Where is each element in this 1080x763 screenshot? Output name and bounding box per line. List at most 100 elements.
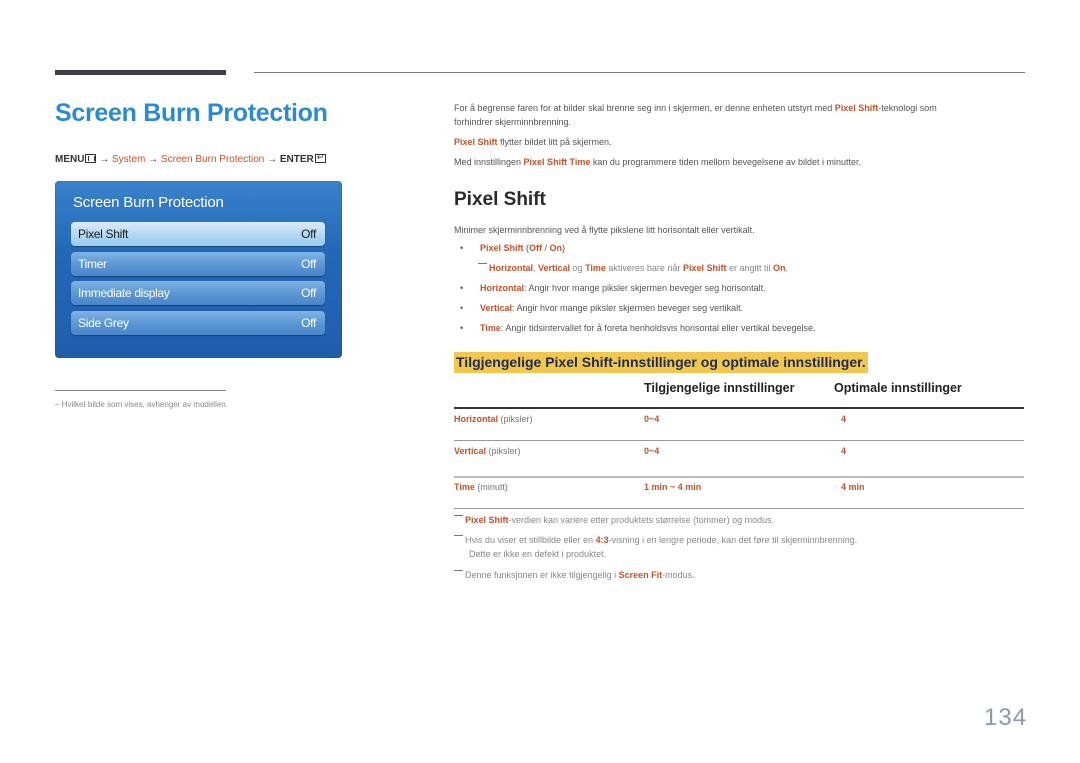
option-on: On (549, 243, 563, 253)
table-header-optimal: Optimale innstillinger (834, 381, 962, 395)
term-pixel-shift: Pixel Shift (454, 137, 498, 147)
term: Vertical (480, 303, 513, 313)
osd-item-label: Pixel Shift (78, 227, 129, 241)
term: Horizontal (480, 283, 524, 293)
text: flytter bildet litt på skjermen. (497, 137, 612, 147)
note-dash-icon (478, 263, 487, 264)
row-term: Time (454, 482, 475, 492)
term: Vertical (538, 263, 571, 273)
osd-menu-screenshot: Screen Burn Protection Pixel Shift Off T… (55, 181, 342, 358)
term: Horizontal (489, 263, 533, 273)
menu-path-item: Screen Burn Protection (160, 154, 265, 165)
term: Screen Fit (618, 570, 663, 580)
page-number: 134 (984, 704, 1028, 731)
enter-icon (314, 152, 326, 163)
osd-item-side-grey[interactable]: Side Grey Off (71, 311, 325, 335)
row-unit: (piksler) (486, 446, 521, 456)
row-available: 0~4 (644, 414, 660, 424)
table-rule-top (454, 407, 1024, 409)
osd-item-pixel-shift[interactable]: Pixel Shift Off (71, 222, 325, 246)
note-dash-icon (454, 570, 463, 571)
row-unit: (piksler) (498, 414, 533, 424)
bullet-vertical: Vertical: Angir hvor mange piksler skjer… (480, 303, 743, 313)
text: kan du programmere tiden mellom bevegels… (590, 157, 862, 167)
footnote-rule (55, 390, 226, 391)
intro-paragraph-2: Pixel Shift flytter bildet litt på skjer… (454, 135, 612, 149)
table-caption: Tilgjengelige Pixel Shift-innstillinger … (454, 352, 868, 373)
option-note: Horizontal, Vertical og Time aktiveres b… (478, 263, 788, 273)
table-rule (454, 440, 1024, 441)
text: : Angir hvor mange piksler skjermen beve… (512, 303, 744, 313)
text: -verdien kan variere etter produktets st… (508, 515, 775, 525)
row-optimal: 4 (841, 414, 847, 424)
table-rule-bottom (454, 508, 1024, 509)
note-dash-icon (454, 535, 463, 536)
text: Hvis du viser et stillbilde eller en (465, 535, 596, 545)
menu-icon (85, 154, 97, 163)
osd-item-value: Off (301, 227, 316, 241)
footnote-text: Hvilket bilde som vises, avhenger av mod… (61, 400, 228, 409)
text: -teknologi som (878, 103, 937, 113)
term-pixel-shift-time: Pixel Shift Time (523, 157, 591, 167)
bullet-icon: • (460, 323, 464, 333)
osd-item-immediate-display[interactable]: Immediate display Off (71, 281, 325, 305)
note-1: Pixel Shift-verdien kan variere etter pr… (454, 513, 774, 527)
table-header-available: Tilgjengelige innstillinger (644, 381, 795, 395)
menu-path: MENU → System → Screen Burn Protection →… (55, 152, 326, 165)
row-term: Horizontal (454, 414, 498, 424)
text: For å begrense faren for at bilder skal … (454, 103, 835, 113)
menu-key-label: MENU (55, 154, 85, 165)
term: Pixel Shift (465, 515, 509, 525)
table-rule (454, 476, 1024, 478)
intro-paragraph-1: For å begrense faren for at bilder skal … (454, 101, 937, 129)
bullet-icon: • (460, 283, 464, 293)
text: Dette er ikke en defekt i produktet. (469, 549, 607, 559)
note-dash-icon (454, 515, 463, 516)
bullet-icon: • (460, 243, 464, 253)
note-3: Denne funksjonen er ikke tilgjengelig i … (454, 568, 695, 582)
text: / (542, 243, 550, 253)
text: : Angir tidsintervallet for å foreta hen… (500, 323, 816, 333)
arrow: → (99, 154, 110, 165)
osd-title: Screen Burn Protection (73, 194, 224, 211)
row-term: Vertical (454, 446, 487, 456)
arrow: → (267, 154, 278, 165)
footnote: – Hvilket bilde som vises, avhenger av m… (55, 400, 228, 409)
text: og (570, 263, 586, 273)
text: . (785, 263, 789, 273)
bullet-icon: • (460, 303, 464, 313)
term: 4:3 (595, 535, 609, 545)
osd-item-timer[interactable]: Timer Off (71, 252, 325, 276)
text: er angitt til (726, 263, 773, 273)
osd-item-value: Off (301, 286, 316, 300)
term: Time (480, 323, 501, 333)
section-description: Minimer skjerminnbrenning ved å flytte p… (454, 225, 755, 235)
intro-paragraph-3: Med innstillingen Pixel Shift Time kan d… (454, 155, 861, 169)
term: Pixel Shift (682, 263, 727, 273)
text: Denne funksjonen er ikke tilgjengelig i (465, 570, 619, 580)
text: -modus. (662, 570, 695, 580)
row-unit: (minutt) (474, 482, 508, 492)
row-name: Vertical (piksler) (454, 446, 521, 456)
option-off: Off (529, 243, 543, 253)
text: forhindrer skjerminnbrenning. (454, 117, 572, 127)
term: Time (585, 263, 606, 273)
text: ) (562, 243, 566, 253)
option-pixel-shift: Pixel Shift (Off / On) (480, 243, 565, 253)
text: aktiveres bare når (605, 263, 683, 273)
page-title: Screen Burn Protection (55, 99, 328, 127)
row-available: 0~4 (644, 446, 660, 456)
bullet-time: Time: Angir tidsintervallet for å foreta… (480, 323, 816, 333)
row-name: Horizontal (piksler) (454, 414, 533, 424)
term: Pixel Shift (480, 243, 524, 253)
note-2: Hvis du viser et stillbilde eller en 4:3… (454, 533, 857, 561)
text: -visning i en lengre periode, kan det fø… (608, 535, 858, 545)
osd-item-value: Off (301, 316, 316, 330)
row-name: Time (minutt) (454, 482, 508, 492)
row-available: 1 min ~ 4 min (644, 482, 702, 492)
enter-key-label: ENTER (279, 154, 314, 165)
osd-item-label: Immediate display (78, 286, 170, 300)
osd-item-value: Off (301, 257, 316, 271)
menu-path-system: System (112, 154, 146, 165)
bullet-horizontal: Horizontal: Angir hvor mange piksler skj… (480, 283, 766, 293)
